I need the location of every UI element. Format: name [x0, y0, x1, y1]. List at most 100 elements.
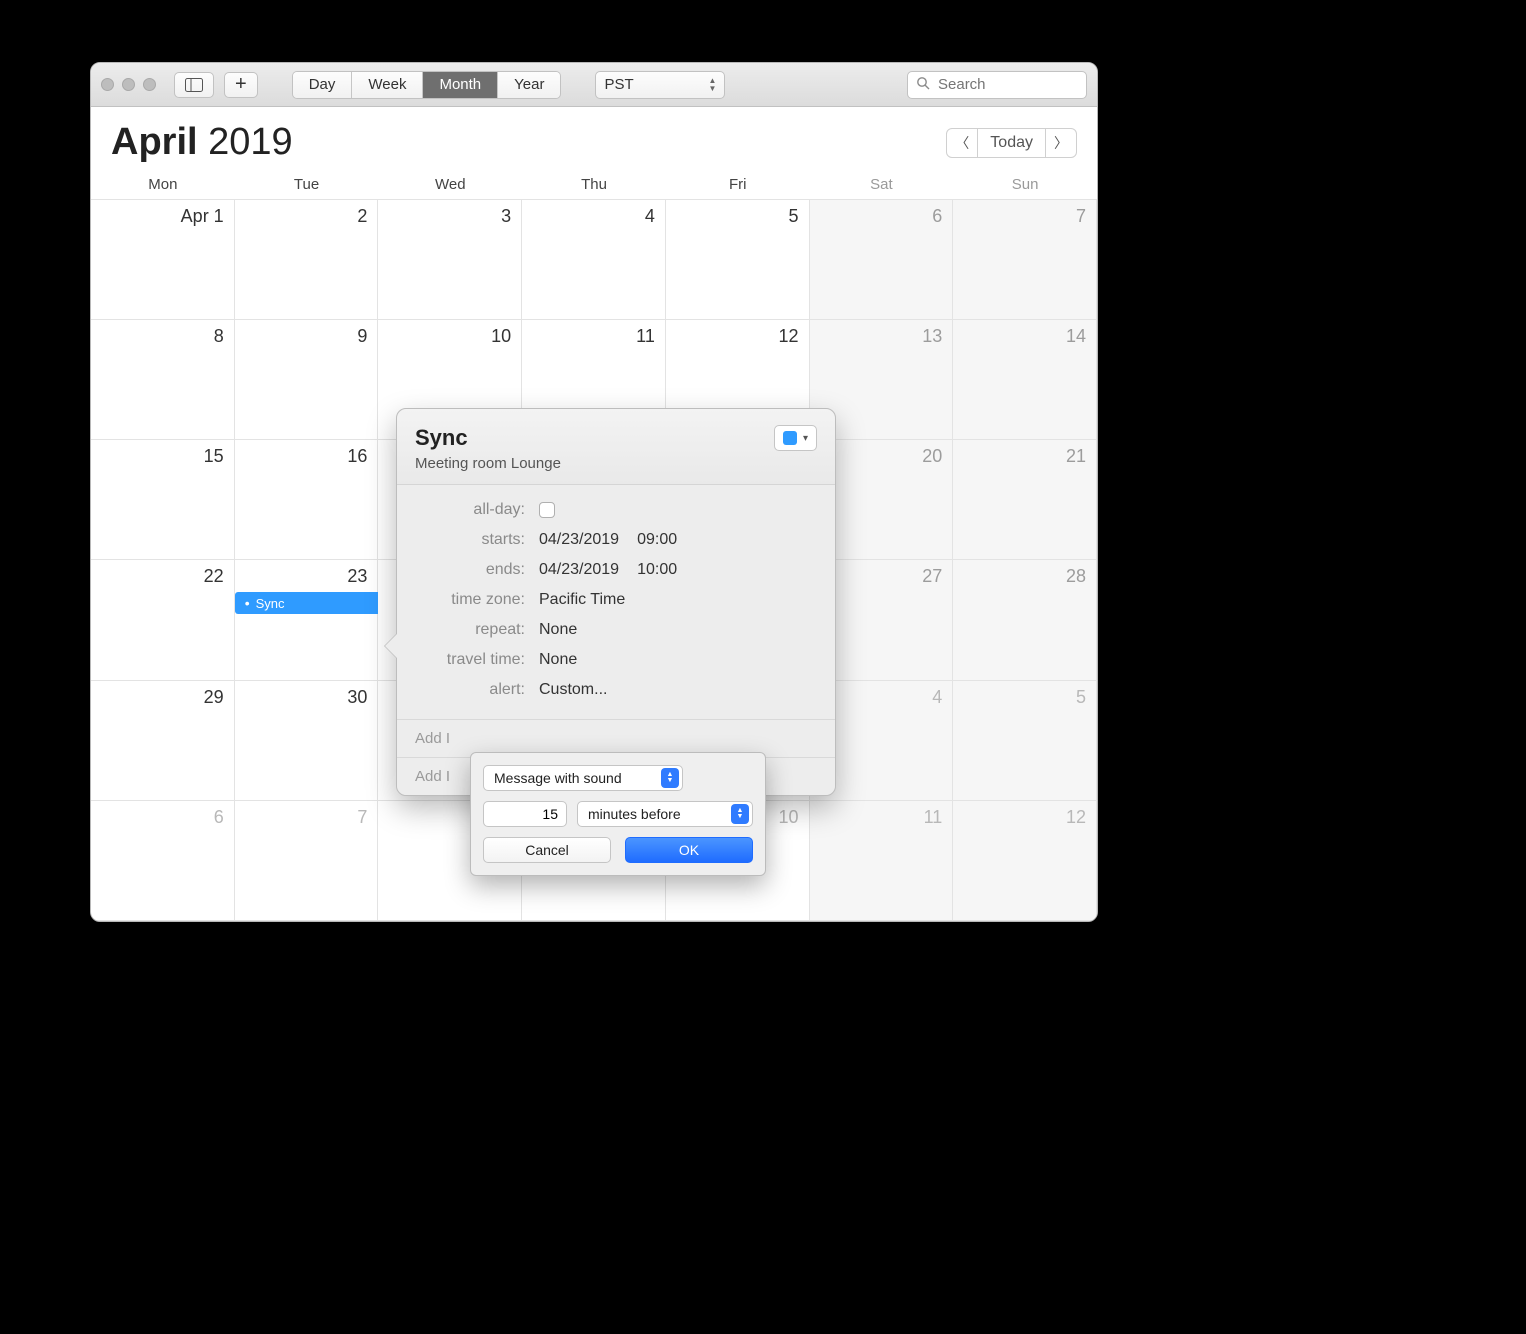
day-number: 20 — [820, 446, 943, 467]
view-segmented-control: Day Week Month Year — [292, 71, 562, 99]
alert-label: alert: — [415, 681, 525, 699]
add-event-button[interactable]: + — [224, 72, 258, 98]
day-number: 8 — [101, 326, 224, 347]
day-number: 28 — [963, 566, 1086, 587]
repeat-value[interactable]: None — [539, 621, 577, 639]
dow-tue: Tue — [235, 176, 379, 193]
day-cell[interactable]: 11 — [810, 801, 954, 921]
event-location[interactable]: Meeting room Lounge — [415, 455, 561, 472]
day-cell[interactable]: 5 — [953, 681, 1097, 801]
repeat-label: repeat: — [415, 621, 525, 639]
page-title: April 2019 — [111, 121, 293, 164]
day-cell[interactable]: 3 — [378, 200, 522, 320]
day-number: 15 — [101, 446, 224, 467]
ok-button[interactable]: OK — [625, 837, 753, 863]
search-icon — [916, 76, 930, 93]
day-number: 12 — [676, 326, 799, 347]
day-cell[interactable]: 29 — [91, 681, 235, 801]
day-number: 9 — [245, 326, 368, 347]
starts-label: starts: — [415, 531, 525, 549]
day-number: 11 — [820, 807, 943, 828]
day-number: 21 — [963, 446, 1086, 467]
day-number: 13 — [820, 326, 943, 347]
select-stepper-icon: ▲▼ — [661, 768, 679, 788]
day-cell[interactable]: Apr 1 — [91, 200, 235, 320]
tz-value[interactable]: Pacific Time — [539, 591, 625, 609]
titlebar: + Day Week Month Year PST ▲▼ — [91, 63, 1097, 107]
day-cell[interactable]: 9 — [235, 320, 379, 440]
view-month[interactable]: Month — [423, 72, 498, 98]
day-number: 7 — [963, 206, 1086, 227]
day-cell[interactable]: 23 Sync — [235, 560, 379, 680]
day-number: 23 — [245, 566, 368, 587]
day-cell[interactable]: 2 — [235, 200, 379, 320]
tz-label: time zone: — [415, 591, 525, 609]
day-cell[interactable]: 16 — [235, 440, 379, 560]
today-button[interactable]: Today — [977, 128, 1046, 158]
chevron-down-icon: ▾ — [803, 433, 808, 444]
search-input[interactable] — [936, 75, 1078, 94]
allday-checkbox[interactable] — [539, 502, 555, 518]
zoom-icon[interactable] — [143, 78, 156, 91]
view-week[interactable]: Week — [352, 72, 423, 98]
calendar-color-swatch — [783, 431, 797, 445]
day-cell[interactable]: 7 — [235, 801, 379, 921]
month-nav: 〈 Today 〉 — [946, 128, 1077, 158]
day-cell[interactable]: 4 — [522, 200, 666, 320]
view-day[interactable]: Day — [293, 72, 353, 98]
allday-label: all-day: — [415, 501, 525, 519]
event-chip[interactable]: Sync — [235, 592, 379, 614]
event-title[interactable]: Sync — [415, 425, 561, 451]
day-cell[interactable]: 14 — [953, 320, 1097, 440]
close-icon[interactable] — [101, 78, 114, 91]
alert-type-value: Message with sound — [494, 770, 622, 786]
day-cell[interactable]: 30 — [235, 681, 379, 801]
calendar-color-picker[interactable]: ▾ — [774, 425, 817, 451]
day-number: 2 — [245, 206, 368, 227]
travel-value[interactable]: None — [539, 651, 577, 669]
ends-date[interactable]: 04/23/2019 — [539, 561, 619, 579]
alert-value[interactable]: Custom... — [539, 681, 607, 699]
day-number: 29 — [101, 687, 224, 708]
alert-unit-select[interactable]: minutes before ▲▼ — [577, 801, 753, 827]
day-number: 5 — [963, 687, 1086, 708]
day-cell[interactable]: 15 — [91, 440, 235, 560]
event-popover: Sync Meeting room Lounge ▾ all-day: star… — [396, 408, 836, 796]
dow-thu: Thu — [522, 176, 666, 193]
day-cell[interactable]: 21 — [953, 440, 1097, 560]
alert-type-select[interactable]: Message with sound ▲▼ — [483, 765, 683, 791]
starts-time[interactable]: 09:00 — [637, 531, 677, 549]
day-cell[interactable]: 22 — [91, 560, 235, 680]
day-cell[interactable]: 5 — [666, 200, 810, 320]
alert-amount-input[interactable] — [483, 801, 567, 827]
day-cell[interactable]: 12 — [953, 801, 1097, 921]
day-cell[interactable]: 8 — [91, 320, 235, 440]
day-number: 12 — [963, 807, 1086, 828]
stepper-icon: ▲▼ — [709, 77, 717, 92]
cancel-button[interactable]: Cancel — [483, 837, 611, 863]
dow-wed: Wed — [378, 176, 522, 193]
minimize-icon[interactable] — [122, 78, 135, 91]
starts-date[interactable]: 04/23/2019 — [539, 531, 619, 549]
day-number: 6 — [101, 807, 224, 828]
day-cell[interactable]: 7 — [953, 200, 1097, 320]
window-traffic-lights — [101, 78, 156, 91]
search-field[interactable] — [907, 71, 1087, 99]
day-cell[interactable]: 6 — [810, 200, 954, 320]
day-cell[interactable]: 6 — [91, 801, 235, 921]
ends-time[interactable]: 10:00 — [637, 561, 677, 579]
day-number: 7 — [245, 807, 368, 828]
prev-month-button[interactable]: 〈 — [946, 128, 978, 158]
sidebar-toggle-button[interactable] — [174, 72, 214, 98]
dow-sun: Sun — [953, 176, 1097, 193]
dow-fri: Fri — [666, 176, 810, 193]
day-number: 6 — [820, 206, 943, 227]
day-number: 10 — [388, 326, 511, 347]
day-number: 3 — [388, 206, 511, 227]
timezone-select[interactable]: PST ▲▼ — [595, 71, 725, 99]
day-number: Apr 1 — [101, 206, 224, 227]
day-number: 11 — [532, 326, 655, 347]
next-month-button[interactable]: 〉 — [1045, 128, 1077, 158]
day-cell[interactable]: 28 — [953, 560, 1097, 680]
view-year[interactable]: Year — [498, 72, 560, 98]
